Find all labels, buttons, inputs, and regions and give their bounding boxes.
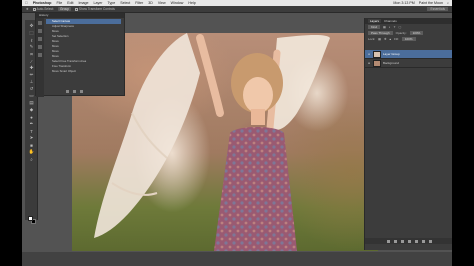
filter-type-icon[interactable]: T <box>394 25 396 29</box>
link-layers-icon[interactable] <box>386 239 390 243</box>
photoshop-window:  Photoshop File Edit Image Layer Type S… <box>22 0 452 266</box>
history-icon[interactable] <box>38 21 42 25</box>
visibility-eye-icon[interactable]: ● <box>367 61 371 65</box>
lock-label: Lock: <box>368 37 376 41</box>
menu-3d[interactable]: 3D <box>148 1 153 5</box>
path-select-tool-icon[interactable]: ➤ <box>26 135 37 141</box>
lock-pixels-icon[interactable]: ▦ <box>378 37 381 41</box>
zoom-tool-icon[interactable]: ⌕ <box>26 156 37 162</box>
lock-fill-row: Lock: ▦ ✥ 🔒︎ Fill: 100% <box>365 36 452 42</box>
blur-tool-icon[interactable]: ◆ <box>26 107 37 113</box>
menu-select[interactable]: Select <box>120 1 130 5</box>
shape-tool-icon[interactable]: ■ <box>26 142 37 148</box>
opacity-input[interactable]: 100% <box>409 31 424 35</box>
layer-row[interactable]: ● Background <box>365 59 452 68</box>
visibility-eye-icon[interactable]: ● <box>367 52 371 56</box>
type-tool-icon[interactable]: T <box>26 128 37 134</box>
menu-clock: Mon 3:13 PM <box>393 1 415 5</box>
history-panel: History Select Canvas Adjust Sharpness M… <box>35 12 125 97</box>
trash-icon[interactable] <box>428 239 432 243</box>
menu-image[interactable]: Image <box>78 1 88 5</box>
auto-select-label: Auto-Select: <box>36 7 55 11</box>
layer-row[interactable]: ● Layer Group <box>365 50 452 59</box>
layers-footer <box>365 238 452 244</box>
filter-shape-icon[interactable]: ▢ <box>399 25 402 29</box>
adjustment-layer-icon[interactable] <box>407 239 411 243</box>
layers-panel: Layers Channels Kind ▦ ◐ T ▢ Pass Throug… <box>364 18 452 250</box>
menu-app-name[interactable]: Photoshop <box>33 1 52 5</box>
menu-filter[interactable]: Filter <box>135 1 143 5</box>
tab-channels[interactable]: Channels <box>384 19 397 23</box>
history-panel-title[interactable]: History <box>36 13 124 18</box>
menu-type[interactable]: Type <box>107 1 115 5</box>
lock-position-icon[interactable]: ✥ <box>384 37 387 41</box>
layer-thumbnail <box>373 59 381 67</box>
info-icon[interactable] <box>38 53 42 57</box>
menu-edit[interactable]: Edit <box>67 1 73 5</box>
new-snapshot-icon[interactable] <box>73 90 76 93</box>
blend-mode-dropdown[interactable]: Pass Through <box>368 31 393 35</box>
trash-icon[interactable] <box>80 90 83 93</box>
menu-help[interactable]: Help <box>188 1 195 5</box>
fill-label: Fill: <box>394 37 399 41</box>
history-item[interactable]: Move Smart Object <box>46 69 121 74</box>
tab-layers[interactable]: Layers <box>368 19 382 23</box>
foreground-color-swatch[interactable] <box>28 216 33 221</box>
adjustments-icon[interactable] <box>38 37 42 41</box>
history-footer <box>66 90 83 93</box>
menu-user[interactable]: Paint the Moon <box>419 1 443 5</box>
gradient-tool-icon[interactable]: ▤ <box>26 100 37 106</box>
workspace-dropdown[interactable]: Essentials <box>427 7 448 11</box>
dodge-tool-icon[interactable]: ● <box>26 114 37 120</box>
show-transform-label: Show Transform Controls <box>78 7 115 11</box>
new-group-icon[interactable] <box>414 239 418 243</box>
status-bar <box>22 252 452 266</box>
hand-tool-icon[interactable]: ✋ <box>26 149 37 155</box>
menu-view[interactable]: View <box>158 1 166 5</box>
apple-menu-icon[interactable]:  <box>25 1 28 5</box>
lock-all-icon[interactable]: 🔒︎ <box>390 37 392 41</box>
layer-thumbnail <box>373 50 381 58</box>
search-icon[interactable]: ⌕ <box>447 1 449 5</box>
fill-input[interactable]: 100% <box>401 37 416 41</box>
layer-name: Background <box>383 61 400 65</box>
pen-tool-icon[interactable]: ✒ <box>26 121 37 127</box>
menu-window[interactable]: Window <box>171 1 184 5</box>
new-document-from-state-icon[interactable] <box>66 90 69 93</box>
move-tool-icon[interactable]: ✥ <box>26 7 29 11</box>
layer-name: Layer Group <box>383 52 400 56</box>
filter-pixel-icon[interactable]: ▦ <box>383 25 386 29</box>
opacity-label: Opacity: <box>395 31 407 35</box>
layer-mask-icon[interactable] <box>400 239 404 243</box>
new-layer-icon[interactable] <box>421 239 425 243</box>
styles-icon[interactable] <box>38 45 42 49</box>
menu-layer[interactable]: Layer <box>93 1 102 5</box>
panel-icon-strip <box>36 18 44 97</box>
auto-select-checkbox[interactable]: Auto-Select: <box>32 7 55 11</box>
show-transform-checkbox[interactable]: Show Transform Controls <box>74 7 115 11</box>
layer-style-icon[interactable] <box>393 239 397 243</box>
menu-file[interactable]: File <box>56 1 62 5</box>
history-list: Select Canvas Adjust Sharpness Move Set … <box>46 19 121 74</box>
kind-filter-dropdown[interactable]: Kind <box>368 25 381 29</box>
properties-icon[interactable] <box>38 29 42 33</box>
auto-select-dropdown[interactable]: Group <box>58 7 71 11</box>
filter-adjustment-icon[interactable]: ◐ <box>389 25 391 29</box>
